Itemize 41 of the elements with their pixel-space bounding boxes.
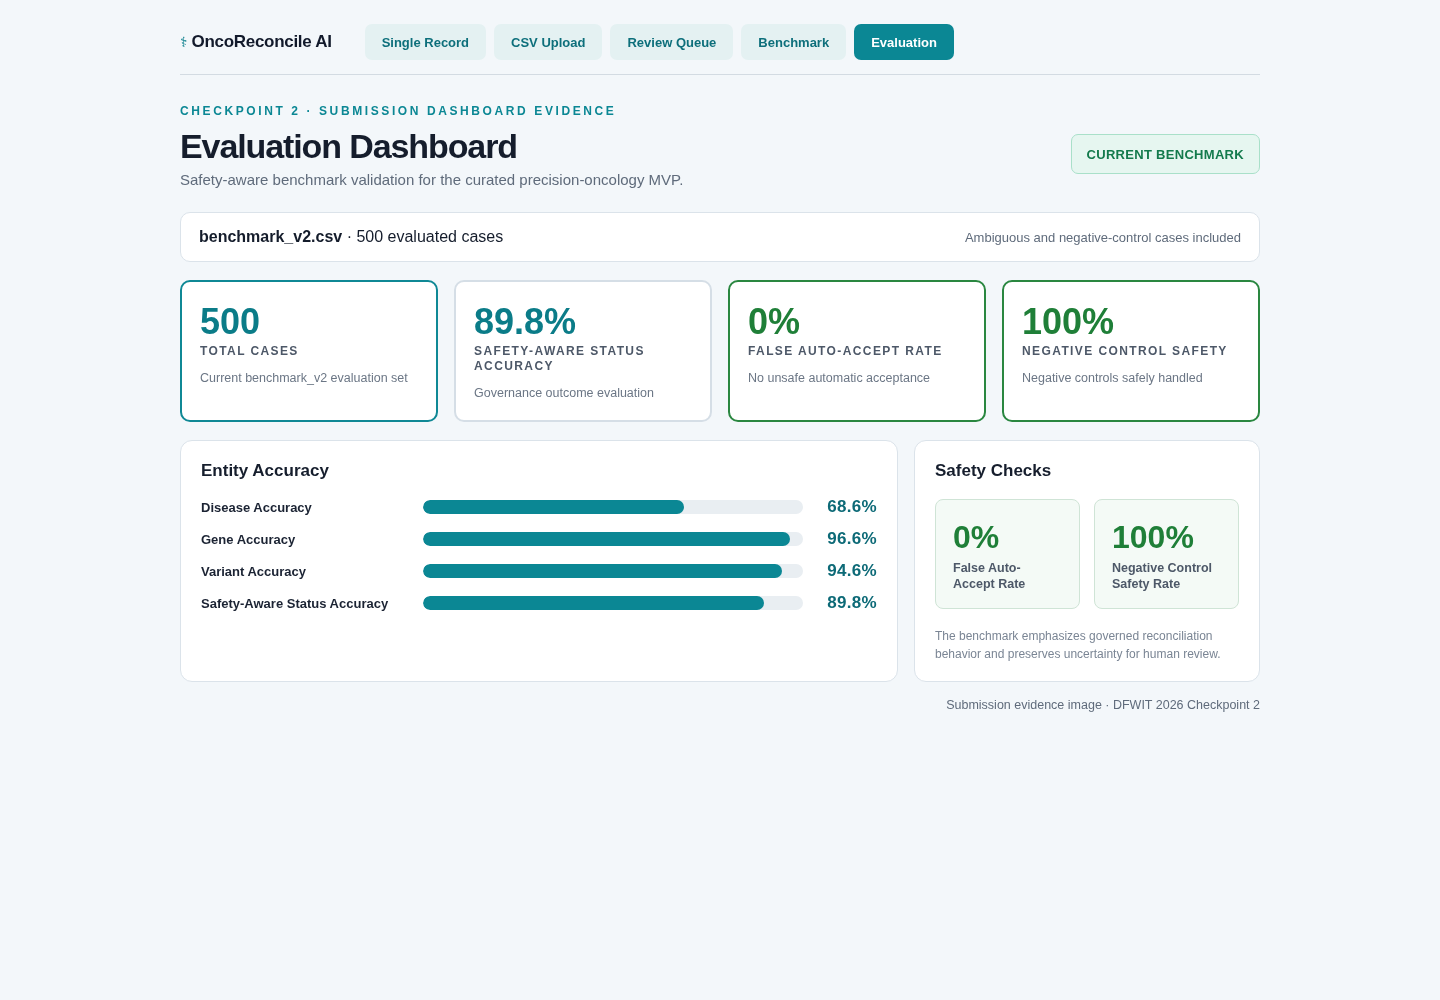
- safety-metric-value: 100%: [1112, 518, 1195, 556]
- page-title: Evaluation Dashboard: [180, 126, 518, 166]
- footer-caption: Submission evidence image · DFWIT 2026 Checkpoint 2: [946, 698, 1260, 712]
- nav-tab[interactable]: CSV Upload: [494, 24, 603, 60]
- dataset-note: Ambiguous and negative-control cases included: [964, 229, 1241, 245]
- metric-label: Gene Accuracy: [201, 531, 297, 547]
- stat-value: 100%: [1022, 302, 1116, 342]
- eyebrow-label: CHECKPOINT 2 · SUBMISSION DASHBOARD EVIDENCE: [180, 104, 618, 118]
- safety-metric-label: Negative Control Safety Rate: [1112, 560, 1213, 592]
- dataset-summary: benchmark_v2.csv · 500 evaluated cases: [199, 228, 504, 246]
- page-subtitle: Safety-aware benchmark validation for the curated precision-oncology MVP.: [180, 170, 684, 190]
- metric-reading: 68.6%: [827, 497, 877, 517]
- stat-description: Governance outcome evaluation: [474, 386, 655, 400]
- app-name: OncoReconcile AI: [191, 32, 332, 52]
- safety-metric-value: 0%: [953, 518, 1001, 556]
- nav-tab[interactable]: Single Record: [364, 24, 487, 60]
- nav-tab[interactable]: Evaluation: [854, 24, 954, 60]
- stat-description: Current benchmark_v2 evaluation set: [200, 371, 409, 385]
- metric-reading: 89.8%: [827, 593, 877, 613]
- stat-label: SAFETY-AWARE STATUS ACCURACY: [474, 344, 646, 374]
- safety-metric-label: False Auto-Accept Rate: [953, 560, 1027, 592]
- metric-label: Variant Accuracy: [201, 563, 308, 579]
- metric-label: Safety-Aware Status Accuracy: [201, 595, 390, 611]
- metric-reading: 94.6%: [827, 561, 877, 581]
- stat-value: 89.8%: [474, 302, 578, 342]
- nav-tab[interactable]: Review Queue: [610, 24, 734, 60]
- benchmark-badge: CURRENT BENCHMARK: [1070, 134, 1260, 174]
- stat-description: No unsafe automatic acceptance: [748, 371, 932, 385]
- nav-tab[interactable]: Benchmark: [741, 24, 847, 60]
- logo-staff-icon: ⚕: [180, 34, 188, 50]
- stat-label: TOTAL CASES: [200, 344, 300, 359]
- stat-value: 0%: [748, 302, 802, 342]
- metric-label: Disease Accuracy: [201, 499, 313, 515]
- stat-description: Negative controls safely handled: [1022, 371, 1204, 385]
- panel-title: Safety Checks: [935, 461, 1053, 481]
- stat-value: 500: [200, 302, 262, 342]
- metric-reading: 96.6%: [827, 529, 877, 549]
- stat-label: NEGATIVE CONTROL SAFETY: [1022, 344, 1229, 359]
- panel-title: Entity Accuracy: [201, 461, 330, 481]
- stat-label: FALSE AUTO-ACCEPT RATE: [748, 344, 944, 359]
- safety-note: The benchmark emphasizes governed reconciliation behavior and preserves uncertainty for human review.: [935, 628, 1222, 663]
